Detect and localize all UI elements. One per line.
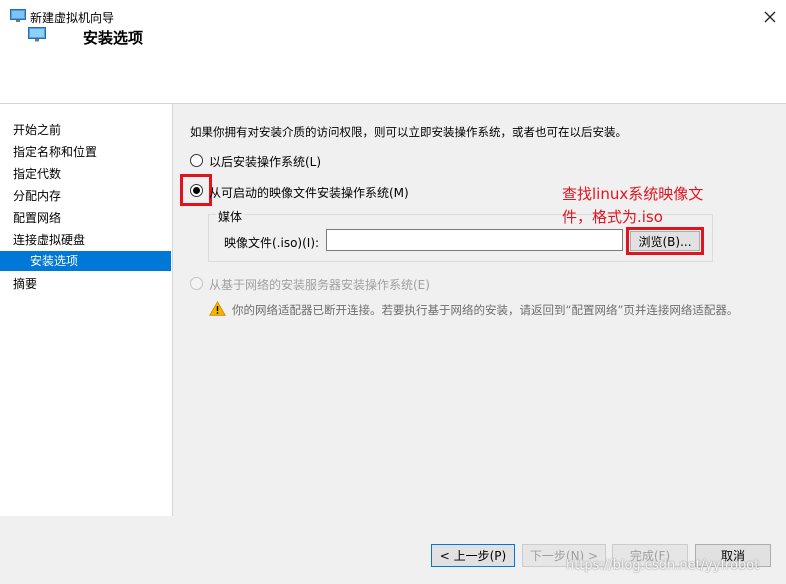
watermark: https://blog.csdn.net/yyfrobot [566,558,760,573]
install-from-image-radio[interactable] [190,184,203,197]
install-from-network-label: 从基于网络的安装服务器安装操作系统(E) [209,278,430,292]
monitor-icon [10,9,26,22]
install-from-network-radio [190,277,203,290]
sidebar-item-network[interactable]: 配置网络 [0,208,171,228]
network-warning-text: 你的网络适配器已断开连接。若要执行基于网络的安装，请返回到“配置网络”页并连接网… [232,303,739,317]
window-title: 新建虚拟机向导 [30,11,115,25]
sidebar-item-summary[interactable]: 摘要 [0,274,171,294]
install-later-label[interactable]: 以后安装操作系统(L) [209,153,321,170]
back-button[interactable]: < 上一步(P) [431,544,515,567]
sidebar-item-before-you-begin[interactable]: 开始之前 [0,120,171,140]
close-icon[interactable] [756,3,784,31]
sidebar-item-memory[interactable]: 分配内存 [0,186,171,206]
browse-button[interactable]: 浏览(B)... [630,231,700,251]
sidebar-item-name-location[interactable]: 指定名称和位置 [0,142,171,162]
iso-file-input[interactable] [326,229,623,251]
page-title: 安装选项 [83,29,144,47]
media-legend: 媒体 [216,208,245,225]
warning-icon [209,301,226,316]
iso-file-label: 映像文件(.iso)(I): [224,236,320,250]
install-later-radio[interactable] [190,154,203,167]
install-from-image-label[interactable]: 从可启动的映像文件安装操作系统(M) [209,184,409,201]
sidebar-item-install-options[interactable]: 安装选项 [0,251,171,271]
sidebar-item-generation[interactable]: 指定代数 [0,164,171,184]
intro-text: 如果你拥有对安装介质的访问权限，则可以立即安装操作系统，或者也可在以后安装。 [190,125,627,139]
wizard-steps-sidebar: 开始之前 指定名称和位置 指定代数 分配内存 配置网络 连接虚拟硬盘 安装选项 … [0,104,173,516]
sidebar-item-virtual-disk[interactable]: 连接虚拟硬盘 [0,230,171,250]
annotation-text: 查找linux系统映像文件，格式为.iso [562,185,704,226]
monitor-icon [28,27,46,42]
